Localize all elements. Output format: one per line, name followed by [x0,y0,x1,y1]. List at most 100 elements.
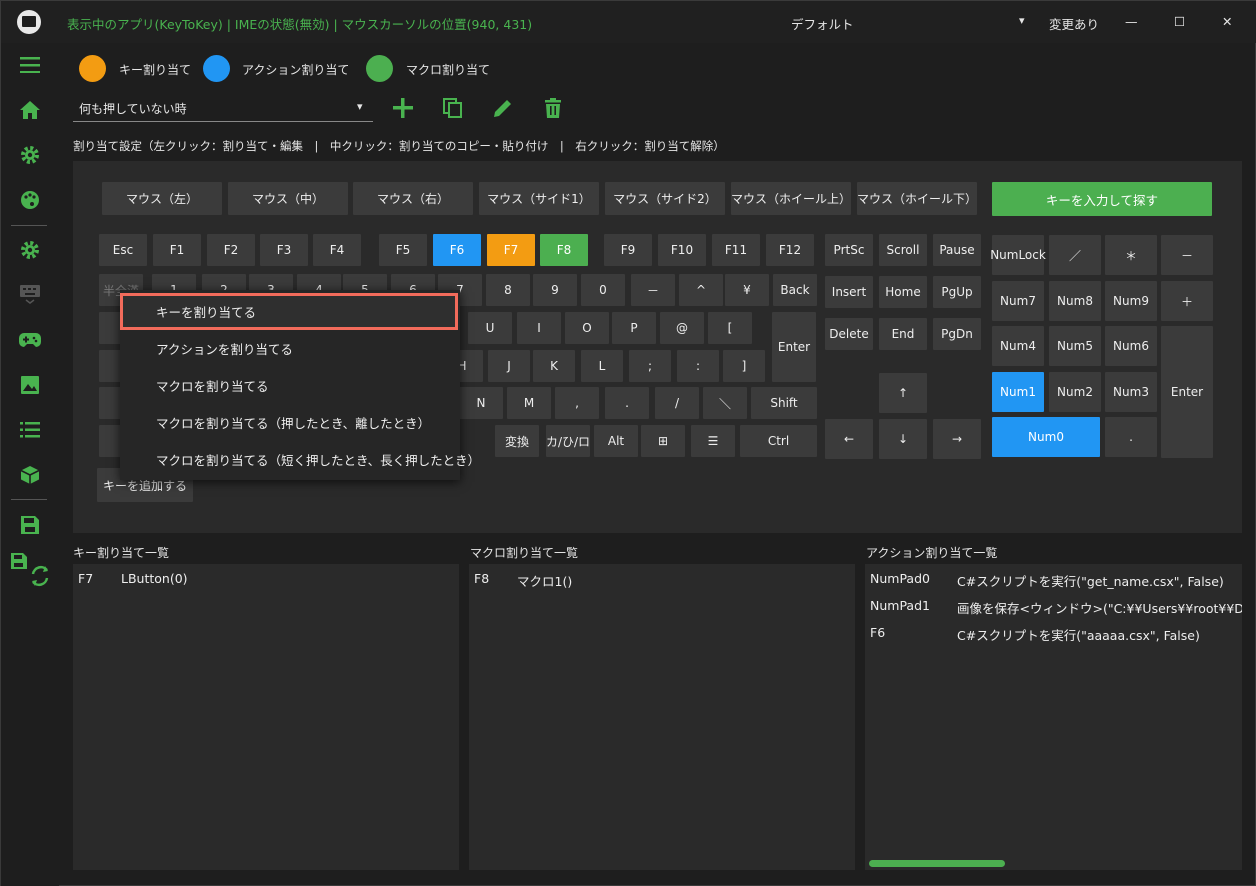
key-arrow-right[interactable]: → [933,419,981,459]
key-f10[interactable]: F10 [658,234,706,266]
key-num-row[interactable]: 8 [486,274,530,306]
key-bottom-row[interactable]: 変換 [495,425,539,457]
numpad-key[interactable]: Num6 [1105,326,1157,366]
key-z-row[interactable]: M [507,387,551,419]
numpad-key[interactable]: Num4 [992,326,1044,366]
mouse-button[interactable]: マウス（右） [353,182,473,215]
save-icon[interactable] [15,510,45,540]
key-num-row[interactable]: 0 [581,274,625,306]
key-nav[interactable]: PgUp [933,276,981,308]
key-f5[interactable]: F5 [379,234,427,266]
key-enter[interactable]: Enter [772,312,816,382]
condition-dropdown[interactable]: 何も押していない時 ▾ [73,95,373,122]
key-arrow-up[interactable]: ↑ [879,373,927,413]
numpad-key[interactable]: － [1161,235,1213,275]
key-z-row[interactable]: ＼ [703,387,747,419]
mouse-button[interactable]: マウス（ホイール下） [857,182,977,215]
key-list-row-key[interactable]: F7 [78,571,93,586]
menu-item-assign-macro-short-long[interactable]: マクロを割り当てる（短く押したとき、長く押したとき） [120,441,480,478]
key-arrow-left[interactable]: ← [825,419,873,459]
delete-trash-icon[interactable] [542,97,564,119]
numpad-0[interactable]: Num0 [992,417,1100,457]
key-bottom-row[interactable]: ☰ [691,425,735,457]
key-q-row[interactable]: P [612,312,656,344]
mouse-button[interactable]: マウス（左） [102,182,222,215]
list-icon[interactable] [15,415,45,445]
package-icon[interactable] [15,460,45,490]
action-list-row-key[interactable]: NumPad0 [870,571,930,586]
key-f1[interactable]: F1 [153,234,201,266]
macro-list-row-value[interactable]: マクロ1() [517,571,572,590]
key-settings-gear-icon[interactable] [15,235,45,265]
palette-icon[interactable] [15,185,45,215]
key-nav[interactable]: Pause [933,234,981,266]
key-num-row[interactable]: ¥ [725,274,769,306]
macro-list-row-key[interactable]: F8 [474,571,489,586]
numpad-key[interactable]: NumLock [990,235,1046,275]
key-a-row[interactable]: L [581,350,623,382]
action-list-row-key[interactable]: NumPad1 [870,598,930,613]
key-nav[interactable]: Scroll [879,234,927,266]
menu-item-assign-macro[interactable]: マクロを割り当てる [120,367,458,404]
keyboard-icon[interactable] [15,279,45,309]
key-q-row[interactable]: O [565,312,609,344]
key-f12[interactable]: F12 [766,234,814,266]
key-f2[interactable]: F2 [207,234,255,266]
key-nav[interactable]: Delete [825,318,873,350]
key-nav[interactable]: End [879,318,927,350]
action-list-row-value[interactable]: 画像を保存<ウィンドウ>("C:¥¥Users¥¥root¥¥Deskt [957,598,1242,617]
key-a-row[interactable]: K [533,350,575,382]
key-nav[interactable]: PgDn [933,318,981,350]
mouse-button[interactable]: マウス（ホイール上） [731,182,851,215]
key-f3[interactable]: F3 [260,234,308,266]
key-f9[interactable]: F9 [604,234,652,266]
menu-item-assign-action[interactable]: アクションを割り当てる [120,330,458,367]
key-q-row[interactable]: [ [708,312,752,344]
key-f8[interactable]: F8 [540,234,588,266]
key-f7[interactable]: F7 [487,234,535,266]
key-z-row[interactable]: N [459,387,503,419]
key-z-row[interactable]: , [555,387,599,419]
numpad-enter[interactable]: Enter [1161,326,1213,458]
mouse-button[interactable]: マウス（サイド1） [479,182,599,215]
key-num-row[interactable]: ^ [679,274,723,306]
image-icon[interactable] [15,370,45,400]
add-icon[interactable] [392,97,414,119]
save-sync-icon[interactable] [11,553,51,587]
numpad-key[interactable]: Num8 [1049,281,1101,321]
key-a-row[interactable]: : [677,350,719,382]
horizontal-scrollbar[interactable] [869,860,1005,867]
copy-icon[interactable] [442,97,464,119]
key-z-row[interactable]: Shift [751,387,817,419]
edit-pencil-icon[interactable] [492,97,514,119]
home-icon[interactable] [15,95,45,125]
mouse-button[interactable]: マウス（中） [228,182,348,215]
key-z-row[interactable]: / [655,387,699,419]
numpad-key[interactable]: Num1 [992,372,1044,412]
key-f6[interactable]: F6 [433,234,481,266]
gamepad-icon[interactable] [15,325,45,355]
key-f11[interactable]: F11 [712,234,760,266]
key-list-row-value[interactable]: LButton(0) [121,571,188,586]
numpad-key[interactable]: Num3 [1105,372,1157,412]
key-num-row[interactable]: 9 [533,274,577,306]
numpad-key[interactable]: ＋ [1161,281,1213,321]
key-nav[interactable]: Insert [825,276,873,308]
numpad-dot[interactable]: . [1105,417,1157,457]
key-nav[interactable]: Home [879,276,927,308]
key-arrow-down[interactable]: ↓ [879,419,927,459]
key-f4[interactable]: F4 [313,234,361,266]
numpad-key[interactable]: Num7 [992,281,1044,321]
key-bottom-row[interactable]: Ctrl [740,425,817,457]
key-bottom-row[interactable]: ⊞ [641,425,685,457]
action-list-row-value[interactable]: C#スクリプトを実行("aaaaa.csx", False) [957,625,1200,644]
key-esc[interactable]: Esc [99,234,147,266]
action-list-row-value[interactable]: C#スクリプトを実行("get_name.csx", False) [957,571,1224,590]
key-bottom-row[interactable]: カ/ひ/ロ [546,425,590,457]
key-q-row[interactable]: @ [660,312,704,344]
numpad-key[interactable]: Num5 [1049,326,1101,366]
key-bottom-row[interactable]: Alt [594,425,638,457]
numpad-key[interactable]: Num2 [1049,372,1101,412]
numpad-key[interactable]: ＊ [1105,235,1157,275]
key-a-row[interactable]: ] [723,350,765,382]
